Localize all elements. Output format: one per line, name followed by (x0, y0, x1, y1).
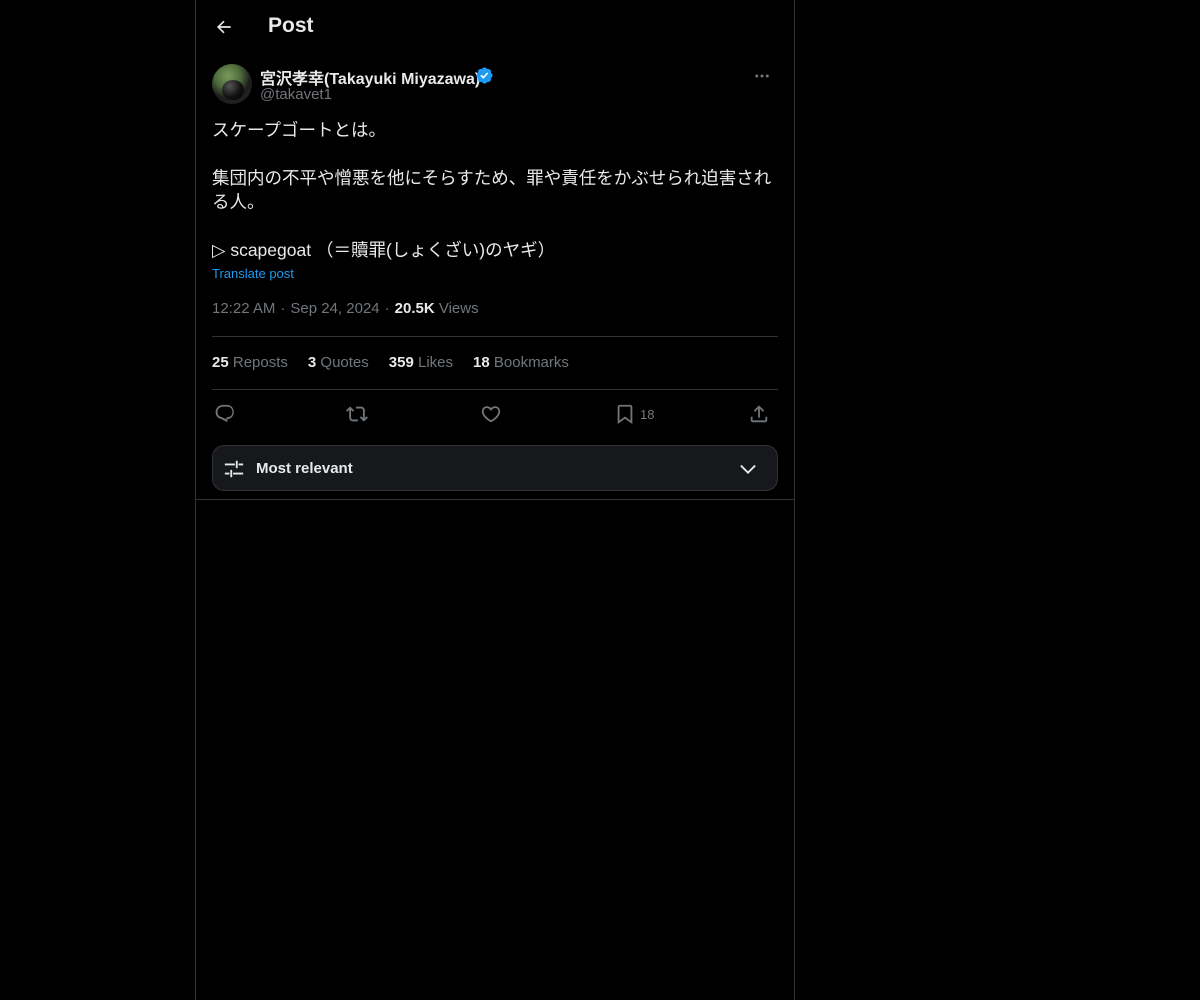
views-label: Views (438, 300, 479, 317)
page-header: Post (196, 0, 794, 55)
post-stats: 25 Reposts 3 Quotes 359 Likes 18 Bookmarks (212, 354, 589, 371)
chevron-down-icon (740, 464, 756, 474)
more-options-button[interactable] (746, 64, 778, 88)
bookmark-button[interactable]: 18 (614, 400, 654, 428)
author-handle[interactable]: @takavet1 (260, 86, 332, 103)
reply-button[interactable] (214, 400, 236, 428)
verified-badge-icon (476, 67, 493, 84)
repost-button[interactable] (346, 400, 368, 428)
divider (212, 389, 778, 390)
like-button[interactable] (480, 400, 502, 428)
bookmarks-stat[interactable]: 18 Bookmarks (473, 354, 569, 371)
main-column: Post 宮沢孝幸(Takayuki Miyazawa) @takavet1 ス… (195, 0, 795, 1000)
sliders-icon (224, 460, 244, 478)
post-date[interactable]: Sep 24, 2024 (290, 300, 379, 317)
back-button[interactable] (208, 11, 240, 43)
post-text: スケープゴートとは。 集団内の不平や憎悪を他にそらすため、罪や責任をかぶせられ迫… (212, 120, 772, 260)
bookmark-icon (617, 404, 633, 425)
divider (212, 336, 778, 337)
reposts-stat[interactable]: 25 Reposts (212, 354, 288, 371)
sort-label: Most relevant (256, 460, 353, 477)
arrow-left-icon (216, 20, 231, 34)
avatar[interactable] (212, 64, 252, 104)
bookmark-count: 18 (640, 406, 655, 422)
share-icon (750, 405, 768, 423)
likes-stat[interactable]: 359 Likes (389, 354, 453, 371)
post-meta: 12:22 AM · Sep 24, 2024 · 20.5K Views (212, 300, 479, 317)
divider (196, 499, 794, 500)
translate-post-link[interactable]: Translate post (212, 266, 294, 281)
reply-icon (215, 404, 234, 423)
heart-icon (481, 406, 501, 423)
share-button[interactable] (748, 400, 770, 428)
more-horizontal-icon (755, 74, 769, 78)
views-count: 20.5K (394, 300, 435, 317)
action-bar: 18 (212, 400, 778, 428)
repost-icon (346, 406, 368, 422)
quotes-stat[interactable]: 3 Quotes (308, 354, 369, 371)
reply-sort-dropdown[interactable]: Most relevant (212, 445, 778, 491)
post-author: 宮沢孝幸(Takayuki Miyazawa) @takavet1 (212, 64, 778, 108)
post-time[interactable]: 12:22 AM (212, 300, 275, 317)
page-title: Post (268, 14, 314, 37)
